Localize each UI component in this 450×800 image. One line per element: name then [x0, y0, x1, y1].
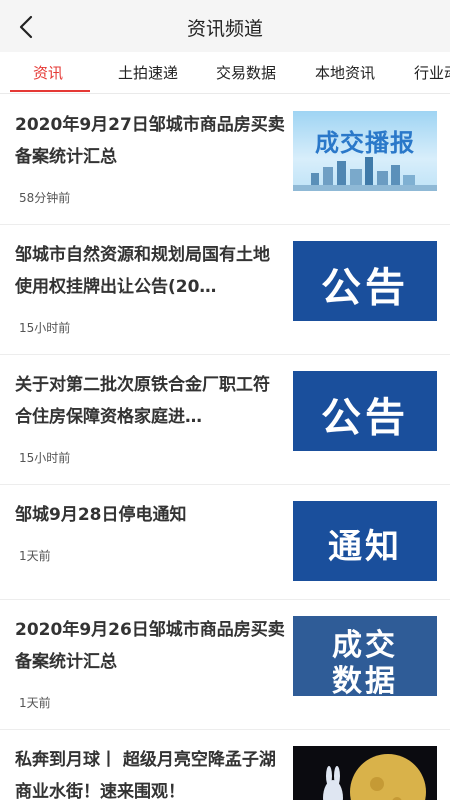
news-item[interactable]: 邹城9月28日停电通知 1天前 通知	[0, 485, 450, 600]
news-title: 关于对第二批次原铁合金厂职工符合住房保障资格家庭进…	[15, 375, 270, 427]
tab-news[interactable]: 资讯	[33, 62, 63, 83]
active-tab-indicator	[10, 90, 90, 92]
news-thumbnail: 公告	[293, 371, 437, 451]
category-tabs: 资讯 土拍速递 交易数据 本地资讯 行业动	[0, 52, 450, 94]
skyline-graphic	[293, 157, 437, 191]
news-time: 58分钟前	[19, 191, 71, 205]
news-item[interactable]: 2020年9月27日邹城市商品房买卖备案统计汇总 58分钟前 成交播报	[0, 95, 450, 225]
news-thumbnail: 通知	[293, 501, 437, 581]
news-time: 1天前	[19, 696, 51, 710]
thumb-caption: 公告	[321, 395, 409, 441]
thumb-caption-line2: 数据	[332, 664, 398, 696]
news-item[interactable]: 2020年9月26日邹城市商品房买卖备案统计汇总 1天前 成交 数据	[0, 600, 450, 730]
news-thumbnail	[293, 746, 437, 800]
tab-land-auction[interactable]: 土拍速递	[118, 62, 178, 83]
news-time: 1天前	[19, 549, 51, 563]
top-bar: 资讯频道	[0, 0, 450, 52]
news-item[interactable]: 私奔到月球丨 超级月亮空降孟子湖商业水街！速来围观！	[0, 730, 450, 800]
thumb-caption: 通知	[328, 527, 402, 567]
news-title: 2020年9月27日邹城市商品房买卖备案统计汇总	[15, 115, 285, 167]
news-title: 邹城9月28日停电通知	[15, 505, 187, 525]
moon-graphic	[323, 754, 426, 800]
news-thumbnail: 公告	[293, 241, 437, 321]
page-title: 资讯频道	[186, 18, 263, 40]
news-time: 15小时前	[19, 321, 71, 335]
news-title: 邹城市自然资源和规划局国有土地使用权挂牌出让公告(20…	[15, 245, 270, 297]
tab-transaction-data[interactable]: 交易数据	[216, 62, 276, 83]
news-thumbnail: 成交播报	[293, 111, 437, 191]
tab-local-news[interactable]: 本地资讯	[315, 62, 375, 83]
news-item[interactable]: 邹城市自然资源和规划局国有土地使用权挂牌出让公告(20… 15小时前 公告	[0, 225, 450, 355]
tab-industry[interactable]: 行业动	[414, 62, 450, 83]
thumb-caption: 公告	[321, 265, 409, 311]
news-item[interactable]: 关于对第二批次原铁合金厂职工符合住房保障资格家庭进… 15小时前 公告	[0, 355, 450, 485]
news-time: 15小时前	[19, 451, 71, 465]
news-title: 2020年9月26日邹城市商品房买卖备案统计汇总	[15, 620, 285, 672]
news-thumbnail: 成交 数据	[293, 616, 437, 696]
news-title: 私奔到月球丨 超级月亮空降孟子湖商业水街！速来围观！	[15, 750, 276, 800]
